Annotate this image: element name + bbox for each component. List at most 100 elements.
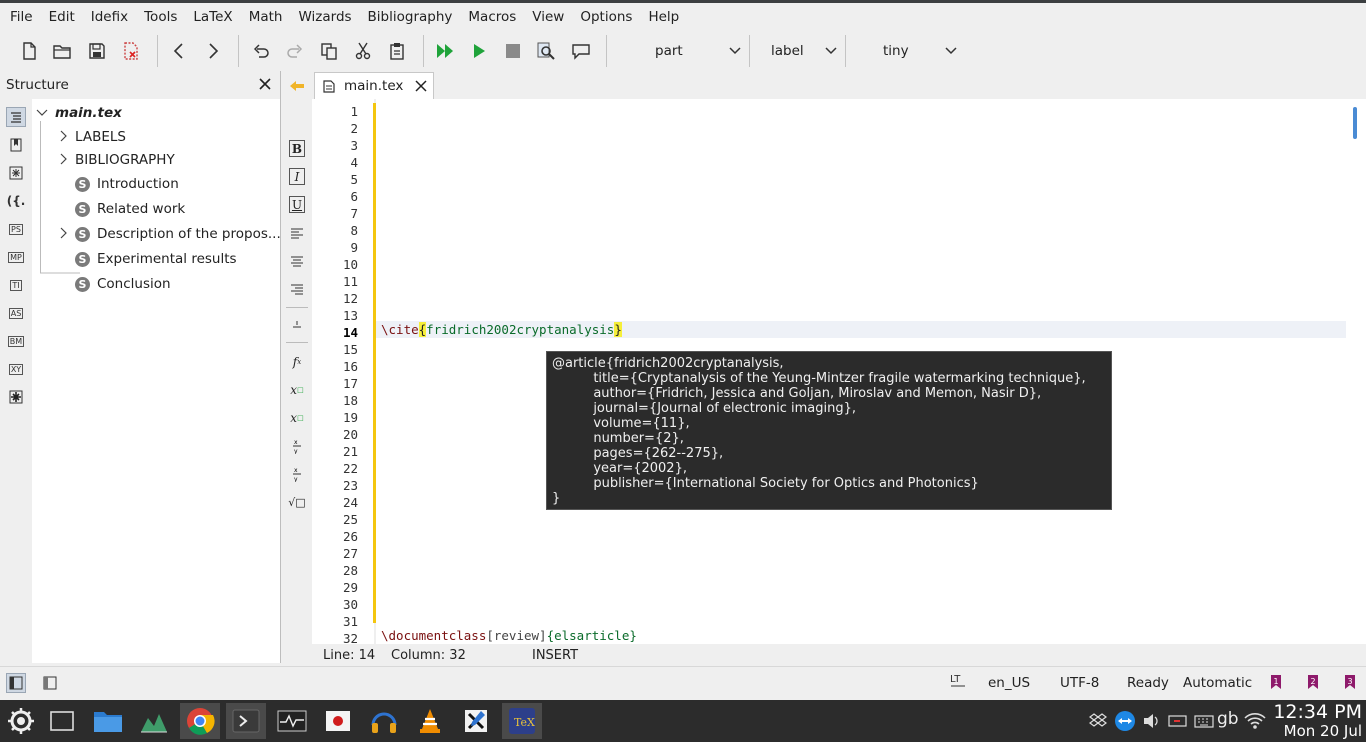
- close-file-icon[interactable]: [118, 39, 144, 63]
- spell-language[interactable]: en_US: [988, 675, 1030, 691]
- symbols-tab-icon[interactable]: [6, 163, 26, 183]
- comment-icon[interactable]: [568, 39, 594, 63]
- align-right-icon[interactable]: [287, 280, 307, 300]
- superscript-icon[interactable]: x □: [287, 408, 307, 428]
- metapost-tab-icon[interactable]: MP: [6, 247, 26, 267]
- toggle-messages-icon[interactable]: [40, 673, 60, 693]
- tree-item-section[interactable]: S Conclusion: [75, 274, 171, 294]
- cut-icon[interactable]: [350, 39, 376, 63]
- menu-file[interactable]: File: [2, 9, 41, 25]
- audio-player-icon[interactable]: [364, 703, 404, 739]
- tree-item-section[interactable]: S Description of the propos...: [75, 224, 281, 244]
- back-icon[interactable]: [166, 39, 192, 63]
- wifi-icon[interactable]: [1244, 711, 1266, 735]
- pstricks-tab-icon[interactable]: PS: [6, 219, 26, 239]
- chevron-right-icon[interactable]: [59, 153, 67, 165]
- structure-tab-icon[interactable]: [6, 107, 26, 127]
- open-folder-icon[interactable]: [49, 39, 75, 63]
- bookmarks-tab-icon[interactable]: [6, 135, 26, 155]
- language-tool-icon[interactable]: LT: [950, 672, 966, 694]
- menu-tools[interactable]: Tools: [136, 9, 185, 25]
- copy-icon[interactable]: [316, 39, 342, 63]
- tree-item-bibliography[interactable]: BIBLIOGRAPHY: [75, 150, 175, 170]
- compile-mode[interactable]: Automatic: [1183, 675, 1252, 691]
- dfraction-icon[interactable]: xy: [287, 464, 307, 484]
- tree-item-section[interactable]: S Experimental results: [75, 249, 237, 269]
- menu-help[interactable]: Help: [640, 9, 687, 25]
- app-launcher-icon[interactable]: [1, 703, 41, 739]
- menu-bibliography[interactable]: Bibliography: [360, 9, 461, 25]
- bookmark-3-icon[interactable]: 3: [1342, 673, 1358, 695]
- menu-macros[interactable]: Macros: [460, 9, 524, 25]
- toggle-structure-icon[interactable]: [6, 673, 26, 693]
- reference-combo[interactable]: label: [752, 37, 844, 65]
- volume-icon[interactable]: [1142, 712, 1160, 734]
- activity-monitor-icon[interactable]: [272, 703, 312, 739]
- chevron-right-icon[interactable]: [59, 130, 67, 142]
- tree-item-section[interactable]: S Related work: [75, 199, 185, 219]
- chevron-right-icon[interactable]: [59, 227, 67, 239]
- battery-icon[interactable]: [1168, 713, 1188, 733]
- fraction-icon[interactable]: xy: [287, 436, 307, 456]
- align-center-icon[interactable]: [287, 252, 307, 272]
- screenshot-tool-icon[interactable]: [318, 703, 358, 739]
- asymptote-tab-icon[interactable]: AS: [6, 303, 26, 323]
- view-pdf-icon[interactable]: [533, 39, 559, 63]
- user-tab-icon[interactable]: [6, 387, 26, 407]
- bookmark-2-icon[interactable]: 2: [1305, 673, 1321, 695]
- teamviewer-icon[interactable]: [1114, 710, 1136, 736]
- new-file-icon[interactable]: [16, 39, 42, 63]
- menu-math[interactable]: Math: [241, 9, 291, 25]
- keyboard-icon[interactable]: [1194, 713, 1214, 733]
- menu-idefix[interactable]: Idefix: [83, 9, 136, 25]
- show-desktop-icon[interactable]: [42, 703, 82, 739]
- tree-root-file[interactable]: main.tex: [55, 103, 122, 123]
- file-manager-icon[interactable]: [88, 703, 128, 739]
- tree-item-labels[interactable]: LABELS: [75, 127, 126, 147]
- close-icon[interactable]: [415, 80, 427, 92]
- menu-view[interactable]: View: [524, 9, 572, 25]
- tree-item-section[interactable]: S Introduction: [75, 174, 179, 194]
- function-icon[interactable]: fx: [287, 352, 307, 372]
- chevron-down-icon[interactable]: [36, 108, 48, 118]
- compile-icon[interactable]: [466, 39, 492, 63]
- previous-mark-icon[interactable]: [288, 79, 306, 93]
- underline-icon[interactable]: U: [289, 196, 305, 213]
- subscript-icon[interactable]: x □: [287, 380, 307, 400]
- menu-latex[interactable]: LaTeX: [185, 9, 240, 25]
- texstudio-icon[interactable]: TeX: [502, 703, 542, 739]
- vlc-icon[interactable]: [410, 703, 450, 739]
- xymatrix-tab-icon[interactable]: XY: [6, 359, 26, 379]
- dropbox-icon[interactable]: [1089, 712, 1107, 734]
- paste-icon[interactable]: [384, 39, 410, 63]
- forward-icon[interactable]: [200, 39, 226, 63]
- build-and-view-icon[interactable]: [432, 39, 458, 63]
- save-icon[interactable]: [84, 39, 110, 63]
- xournal-icon[interactable]: [456, 703, 496, 739]
- terminal-icon[interactable]: [226, 703, 266, 739]
- stop-icon[interactable]: [500, 39, 526, 63]
- chrome-icon[interactable]: [180, 703, 220, 739]
- sectioning-combo[interactable]: part: [616, 37, 748, 65]
- size-combo[interactable]: tiny: [848, 37, 964, 65]
- editor-scrollbar[interactable]: [1346, 99, 1366, 644]
- new-line-icon[interactable]: [287, 314, 307, 334]
- tikz-tab-icon[interactable]: TI: [6, 275, 26, 295]
- beamer-tab-icon[interactable]: BM: [6, 331, 26, 351]
- tab-main-tex[interactable]: main.tex: [314, 72, 434, 99]
- keyboard-layout[interactable]: gb: [1217, 709, 1239, 729]
- encoding[interactable]: UTF-8: [1060, 675, 1099, 691]
- bold-icon[interactable]: B: [289, 140, 305, 157]
- align-left-icon[interactable]: [287, 224, 307, 244]
- close-icon[interactable]: [258, 77, 272, 91]
- redo-icon[interactable]: [282, 39, 308, 63]
- bookmark-1-icon[interactable]: 1: [1268, 673, 1284, 695]
- menu-edit[interactable]: Edit: [41, 9, 83, 25]
- brackets-tab-icon[interactable]: ({.: [6, 191, 26, 211]
- italic-icon[interactable]: I: [289, 168, 305, 185]
- undo-icon[interactable]: [248, 39, 274, 63]
- menu-wizards[interactable]: Wizards: [290, 9, 359, 25]
- system-monitor-icon[interactable]: [134, 703, 174, 739]
- square-root-icon[interactable]: √□: [287, 492, 307, 512]
- system-clock[interactable]: 12:34 PM Mon 20 Jul: [1273, 702, 1362, 740]
